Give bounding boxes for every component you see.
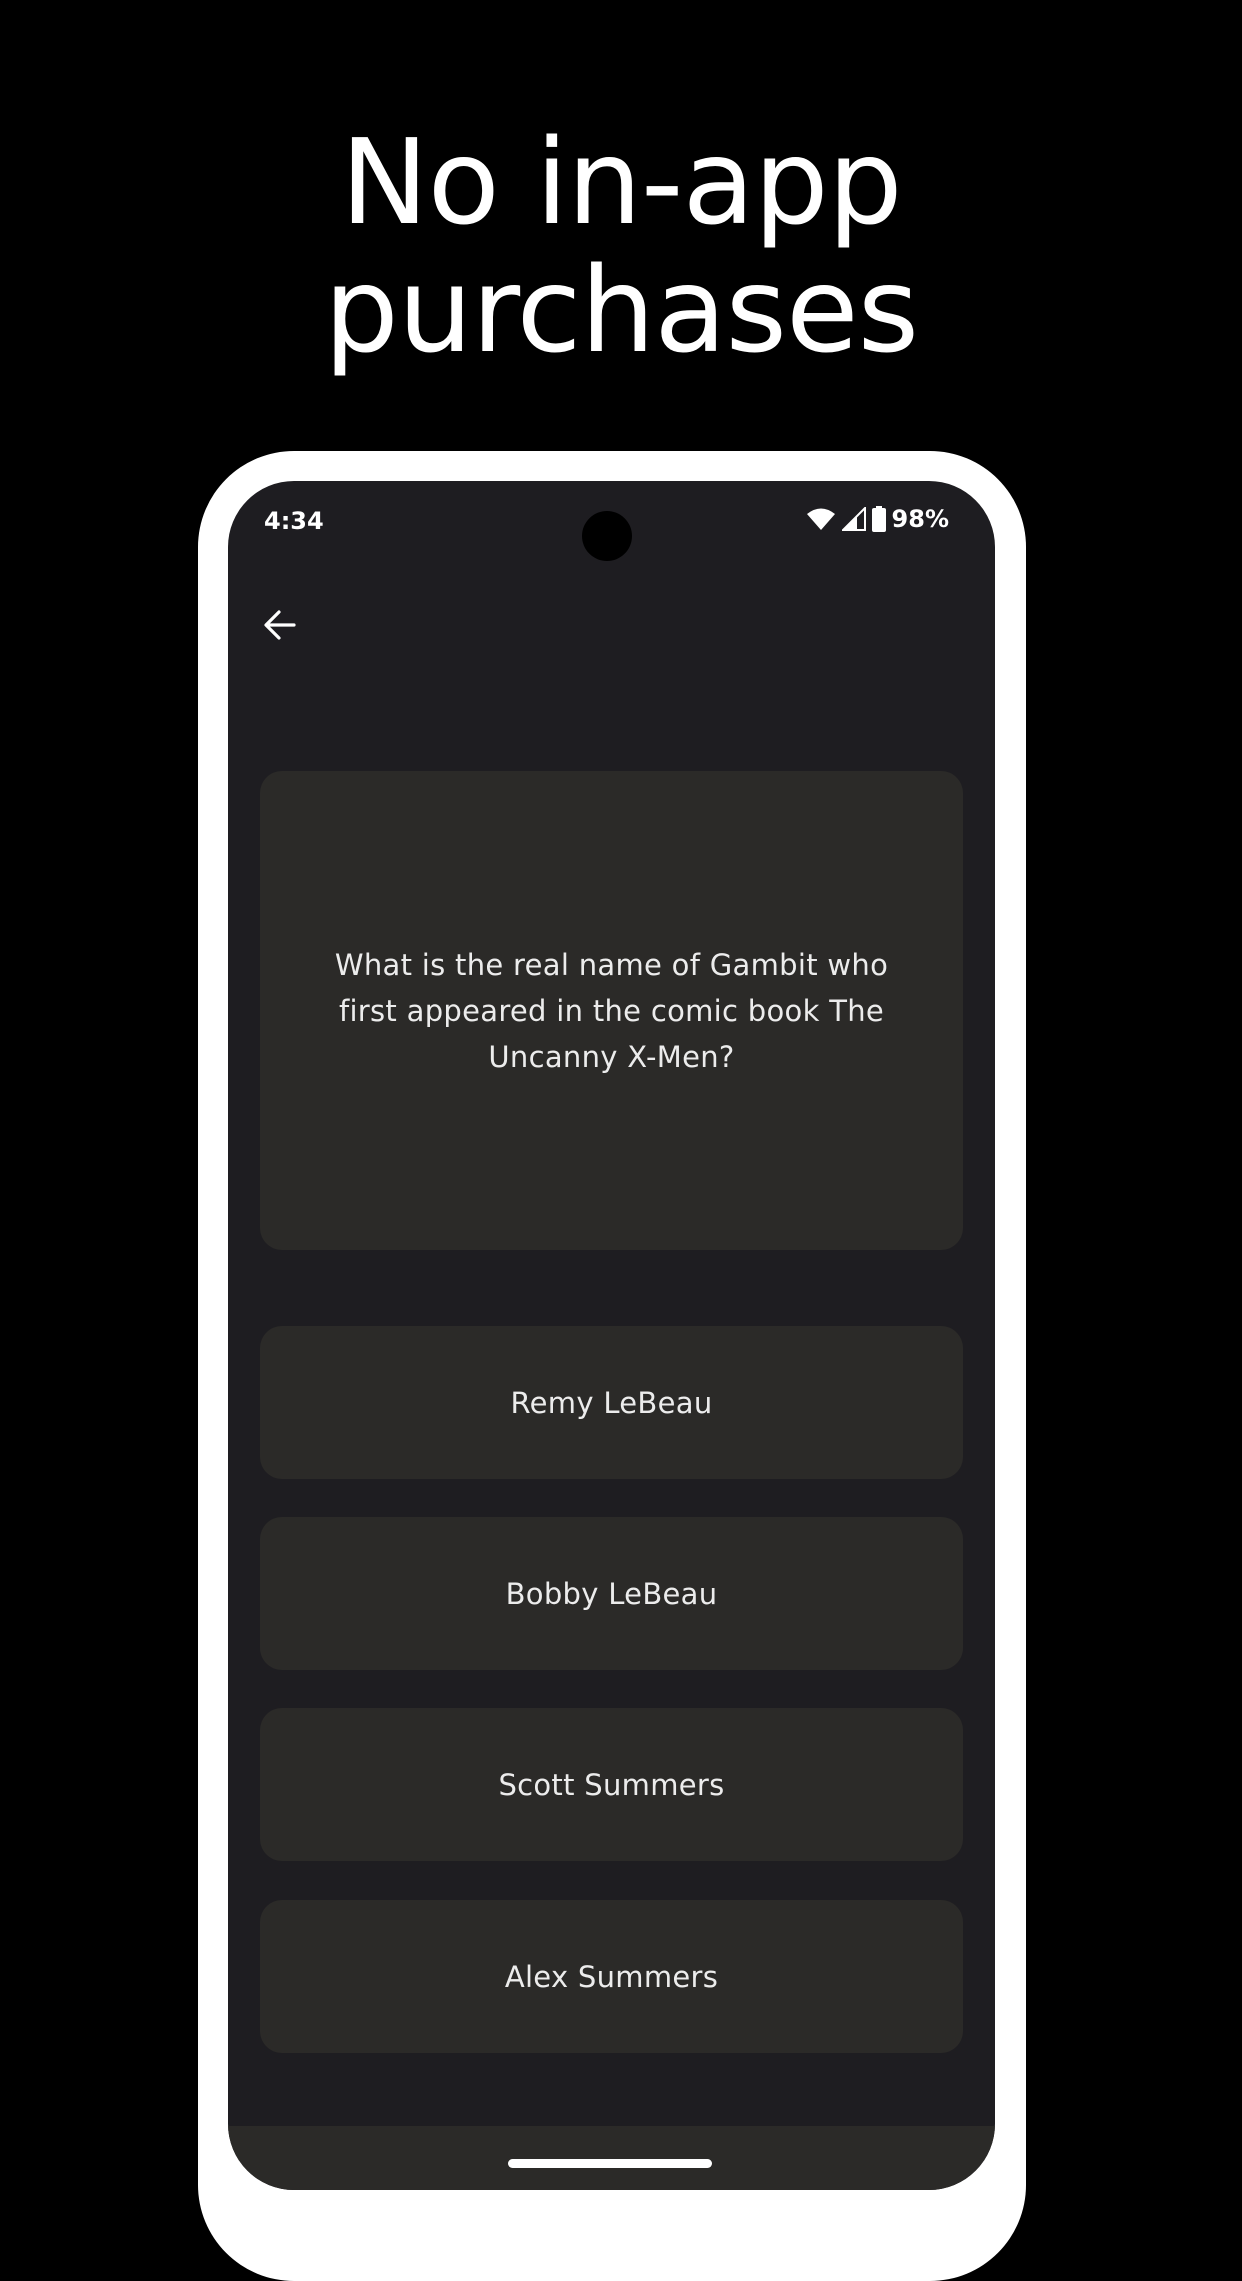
answer-label: Remy LeBeau: [510, 1385, 713, 1420]
answer-label: Alex Summers: [504, 1959, 719, 1994]
answer-option-3[interactable]: Scott Summers: [260, 1708, 963, 1861]
question-text: What is the real name of Gambit who firs…: [334, 947, 889, 1074]
phone-frame: 4:34 98% What is the real name of Gambit…: [198, 451, 1026, 2281]
back-button[interactable]: [252, 599, 308, 655]
answer-label: Bobby LeBeau: [505, 1576, 718, 1611]
battery-percent: 98%: [891, 505, 949, 533]
question-card: What is the real name of Gambit who firs…: [260, 771, 963, 1250]
answer-option-2[interactable]: Bobby LeBeau: [260, 1517, 963, 1670]
promo-headline: No in-app purchases: [0, 118, 1242, 374]
answer-option-4[interactable]: Alex Summers: [260, 1900, 963, 2053]
home-indicator[interactable]: [508, 2159, 712, 2168]
status-time: 4:34: [264, 507, 324, 535]
wifi-icon: [806, 507, 836, 531]
promo-headline-line-2: purchases: [323, 241, 919, 379]
arrow-left-icon: [263, 608, 297, 647]
gesture-nav-bar: [228, 2126, 995, 2190]
answer-label: Scott Summers: [498, 1767, 725, 1802]
status-icons: 98%: [806, 505, 949, 533]
battery-icon: [871, 506, 886, 532]
promo-headline-line-1: No in-app: [340, 113, 902, 251]
signal-icon: [841, 507, 866, 531]
camera-cutout: [582, 511, 632, 561]
status-bar: 4:34 98%: [228, 481, 995, 561]
phone-screen: 4:34 98% What is the real name of Gambit…: [228, 481, 995, 2190]
answer-option-1[interactable]: Remy LeBeau: [260, 1326, 963, 1479]
